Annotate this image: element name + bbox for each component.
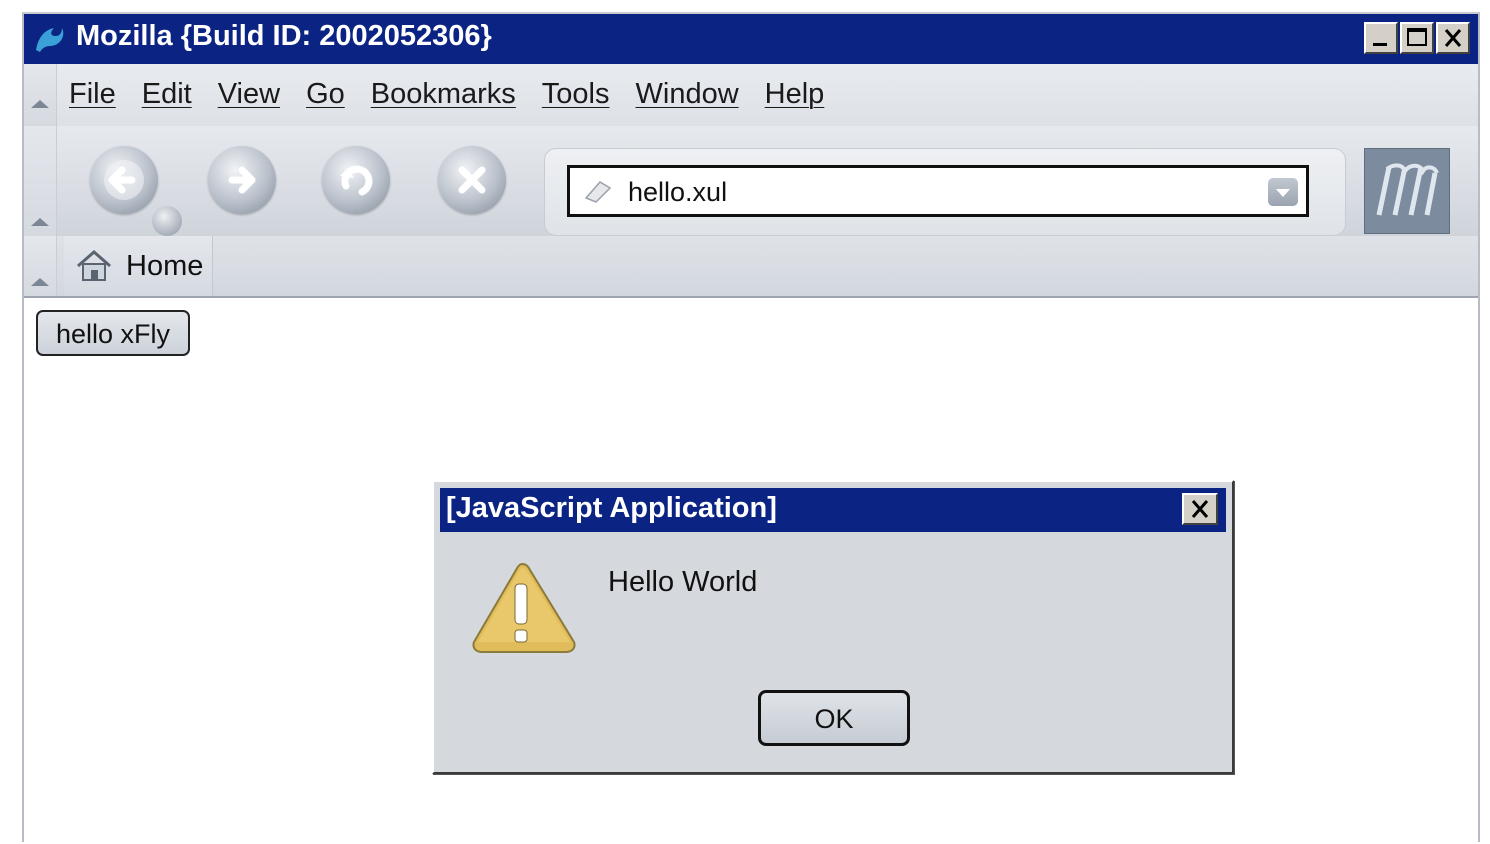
menu-bar: File Edit View Go Bookmarks Tools Window… bbox=[24, 64, 1478, 127]
personal-toolbar: Home bbox=[24, 236, 1478, 298]
menu-edit[interactable]: Edit bbox=[142, 78, 192, 111]
url-dropdown-icon[interactable] bbox=[1268, 178, 1298, 206]
collapse-triangle-icon bbox=[31, 278, 49, 286]
url-text: hello.xul bbox=[628, 177, 728, 207]
url-input[interactable]: hello.xul bbox=[567, 165, 1309, 217]
menu-go[interactable]: Go bbox=[306, 78, 345, 111]
forward-button[interactable] bbox=[208, 146, 276, 214]
close-icon[interactable] bbox=[1436, 22, 1470, 54]
reload-icon bbox=[340, 165, 373, 196]
navbar-grip[interactable] bbox=[24, 126, 57, 236]
menubar-grip[interactable] bbox=[24, 64, 57, 126]
dialog-title: [JavaScript Application] bbox=[446, 492, 777, 524]
home-icon bbox=[77, 250, 111, 281]
window-title: Mozilla {Build ID: 2002052306} bbox=[76, 20, 492, 52]
reload-button[interactable] bbox=[322, 146, 390, 214]
menu-view[interactable]: View bbox=[218, 78, 280, 111]
collapse-triangle-icon bbox=[31, 218, 49, 226]
dialog-title-bar[interactable]: [JavaScript Application] bbox=[440, 488, 1226, 532]
home-button[interactable]: Home bbox=[64, 236, 213, 296]
menu-file[interactable]: File bbox=[69, 78, 116, 111]
alert-dialog: [JavaScript Application] Hello World OK bbox=[432, 480, 1234, 774]
minimize-icon[interactable] bbox=[1364, 22, 1398, 54]
menu-tools[interactable]: Tools bbox=[542, 78, 610, 111]
back-icon bbox=[104, 160, 144, 200]
back-dropdown-icon[interactable] bbox=[152, 206, 182, 236]
dialog-message: Hello World bbox=[608, 566, 758, 598]
collapse-triangle-icon bbox=[31, 100, 49, 108]
hello-xfly-button[interactable]: hello xFly bbox=[36, 310, 190, 356]
back-button[interactable] bbox=[90, 146, 158, 214]
navigation-toolbar: hello.xul bbox=[24, 126, 1478, 237]
forward-icon bbox=[228, 166, 256, 194]
home-label: Home bbox=[126, 250, 204, 282]
title-bar[interactable]: Mozilla {Build ID: 2002052306} bbox=[24, 14, 1478, 64]
mozilla-m-logo-icon[interactable] bbox=[1364, 148, 1450, 234]
menu-window[interactable]: Window bbox=[636, 78, 739, 111]
stop-button[interactable] bbox=[438, 146, 506, 214]
warning-icon bbox=[472, 562, 576, 653]
dialog-close-icon[interactable] bbox=[1182, 493, 1218, 525]
ok-button[interactable]: OK bbox=[758, 690, 910, 746]
mozilla-icon bbox=[36, 28, 64, 52]
menu-help[interactable]: Help bbox=[765, 78, 825, 111]
url-bar-container: hello.xul bbox=[544, 148, 1346, 236]
stop-icon bbox=[458, 166, 486, 194]
maximize-icon[interactable] bbox=[1400, 22, 1434, 54]
page-proxy-icon bbox=[584, 181, 612, 203]
personalbar-grip[interactable] bbox=[24, 236, 57, 296]
menu-bookmarks[interactable]: Bookmarks bbox=[371, 78, 516, 111]
